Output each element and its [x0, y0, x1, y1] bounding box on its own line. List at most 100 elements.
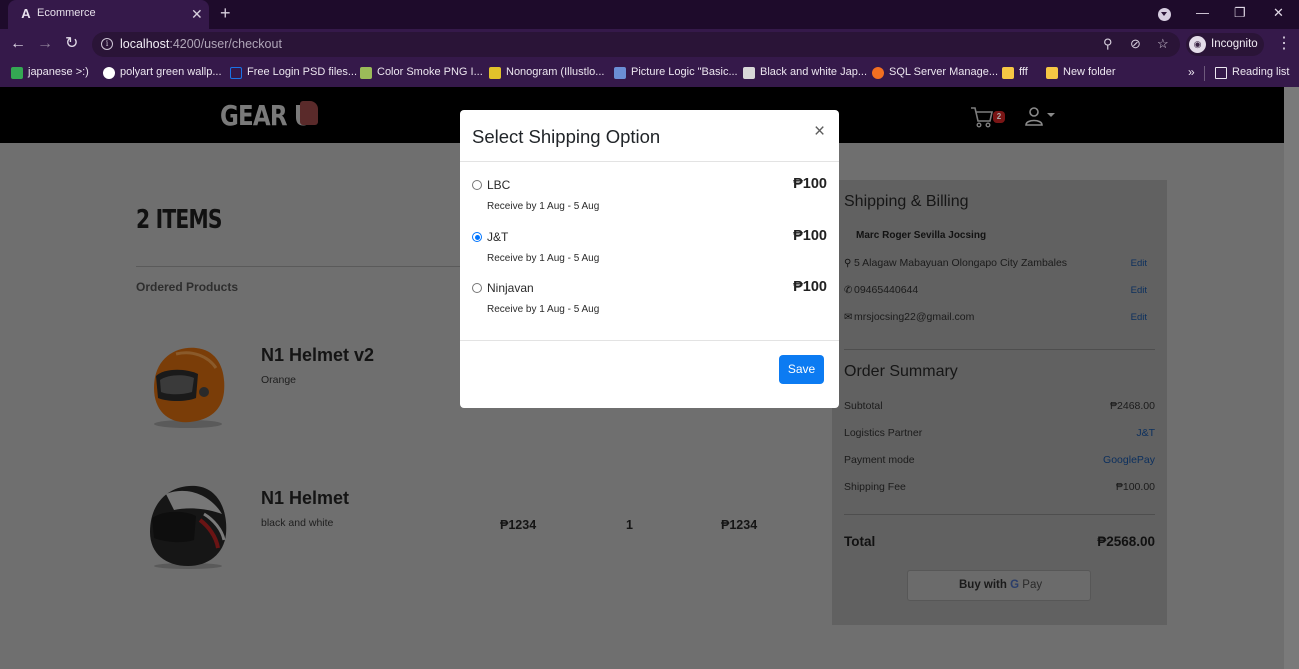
- option-price: ₱100: [793, 176, 827, 192]
- subtotal-value: ₱2468.00: [1110, 400, 1155, 412]
- bookmark-label: Black and white Jap...: [760, 66, 868, 78]
- incognito-icon: ◉: [1189, 36, 1206, 53]
- modal-title: Select Shipping Option: [472, 126, 661, 147]
- edit-email-link[interactable]: Edit: [1131, 312, 1147, 323]
- user-icon[interactable]: [1024, 106, 1044, 126]
- ordered-products-label: Ordered Products: [136, 280, 239, 294]
- address-row: ⚲ 5 Alagaw Mabayuan Olongapo City Zambale…: [844, 257, 1067, 269]
- customer-name: Marc Roger Sevilla Jocsing: [856, 230, 987, 241]
- option-eta: Receive by 1 Aug - 5 Aug: [487, 253, 600, 264]
- shipping-option-jnt[interactable]: J&T ₱100 Receive by 1 Aug - 5 Aug: [460, 228, 839, 272]
- radio-lbc[interactable]: [472, 180, 482, 190]
- square-icon: [230, 67, 242, 79]
- site-logo[interactable]: GEAR U: [220, 99, 313, 132]
- url-host: localhost: [120, 37, 170, 51]
- reload-icon[interactable]: ↻: [65, 35, 78, 53]
- tab-search-icon[interactable]: [1158, 8, 1171, 21]
- gpay-label: Buy with G Pay: [959, 579, 1042, 591]
- modal-close-icon[interactable]: ×: [814, 122, 825, 142]
- navigation-bar: ← → ↻ i localhost:4200/user/checkout ⚲ ⊘…: [0, 29, 1299, 60]
- shipping-billing-heading: Shipping & Billing: [844, 193, 969, 210]
- reading-list-icon: [1215, 67, 1227, 79]
- radio-jnt[interactable]: [472, 232, 482, 242]
- summary-panel: Shipping & Billing Marc Roger Sevilla Jo…: [832, 180, 1167, 625]
- image-icon: [360, 67, 372, 79]
- buy-with-text: Buy with: [959, 579, 1007, 591]
- new-tab-icon[interactable]: +: [220, 3, 231, 23]
- option-name[interactable]: Ninjavan: [487, 281, 534, 295]
- product-variant: Orange: [261, 374, 297, 386]
- drive-icon: [11, 67, 23, 79]
- payment-mode-link[interactable]: GooglePay: [1103, 454, 1155, 466]
- option-price: ₱100: [793, 228, 827, 244]
- building-icon: [743, 67, 755, 79]
- bookmark-label: Color Smoke PNG I...: [377, 66, 483, 78]
- url-path: :4200/user/checkout: [169, 37, 282, 51]
- bookmark-label: Picture Logic "Basic...: [631, 66, 738, 78]
- shipping-option-lbc[interactable]: LBC ₱100 Receive by 1 Aug - 5 Aug: [460, 176, 839, 220]
- option-eta: Receive by 1 Aug - 5 Aug: [487, 304, 600, 315]
- shipping-option-ninjavan[interactable]: Ninjavan ₱100 Receive by 1 Aug - 5 Aug: [460, 279, 839, 323]
- browser-chrome: A Ecommerce ✕ + — ❐ ✕ ← → ↻ i localhost:…: [0, 0, 1299, 87]
- option-eta: Receive by 1 Aug - 5 Aug: [487, 201, 600, 212]
- bookmark-label: Nonogram (Illustlo...: [506, 66, 605, 78]
- summary-divider: [844, 349, 1155, 350]
- modal-footer-divider: [460, 340, 839, 341]
- email-row: ✉ mrsjocsing22@gmail.com: [844, 311, 974, 323]
- back-icon[interactable]: ←: [10, 35, 26, 53]
- site-info-icon[interactable]: i: [101, 38, 113, 50]
- option-name[interactable]: LBC: [487, 178, 510, 192]
- product-total: ₱1234: [721, 518, 758, 532]
- tab-close-icon[interactable]: ✕: [191, 5, 203, 23]
- save-button[interactable]: Save: [779, 355, 824, 384]
- phone-icon: ✆: [844, 285, 853, 296]
- folder-icon: [1002, 67, 1014, 79]
- minimize-icon[interactable]: —: [1196, 4, 1209, 22]
- address-bar[interactable]: i localhost:4200/user/checkout ⚲ ⊘ ☆: [92, 32, 1180, 57]
- zoom-icon[interactable]: ⚲: [1103, 36, 1113, 52]
- shield-icon: [489, 67, 501, 79]
- forward-icon[interactable]: →: [37, 35, 53, 53]
- product-name: N1 Helmet: [261, 488, 350, 508]
- more-bookmarks-icon[interactable]: »: [1188, 65, 1195, 79]
- tab-bar: A Ecommerce ✕ + — ❐ ✕: [0, 0, 1299, 29]
- buy-with-gpay-button[interactable]: Buy with G Pay: [907, 570, 1091, 601]
- logistics-label: Logistics Partner: [844, 427, 923, 439]
- option-price: ₱100: [793, 279, 827, 295]
- tracking-blocked-icon[interactable]: ⊘: [1130, 36, 1141, 52]
- shipping-option-modal: Select Shipping Option × LBC ₱100 Receiv…: [460, 110, 839, 408]
- product-variant: black and white: [261, 517, 334, 529]
- radio-ninjavan[interactable]: [472, 283, 482, 293]
- option-name[interactable]: J&T: [487, 230, 508, 244]
- logistics-value-link[interactable]: J&T: [1136, 427, 1155, 439]
- page-scrollbar[interactable]: [1284, 87, 1299, 669]
- bookmark-label: polyart green wallp...: [120, 66, 222, 78]
- bookmark-star-icon[interactable]: ☆: [1157, 36, 1169, 52]
- bookmark-label: japanese >:): [28, 66, 89, 78]
- browser-tab[interactable]: A Ecommerce ✕: [8, 0, 209, 29]
- window-close-icon[interactable]: ✕: [1273, 4, 1284, 22]
- cart-count-badge: 2: [993, 111, 1005, 123]
- url-text[interactable]: localhost:4200/user/checkout: [120, 37, 282, 51]
- browser-menu-icon[interactable]: ⋮: [1276, 36, 1292, 52]
- bookmarks-separator: [1204, 66, 1205, 81]
- summary-divider: [844, 514, 1155, 515]
- order-summary-heading: Order Summary: [844, 363, 958, 380]
- sql-icon: [872, 67, 884, 79]
- shipping-fee-label: Shipping Fee: [844, 481, 906, 493]
- bookmark-label: SQL Server Manage...: [889, 66, 999, 78]
- folder-icon: [1046, 67, 1058, 79]
- user-dropdown-caret-icon[interactable]: [1047, 113, 1055, 117]
- logo-mascot-icon: [300, 101, 318, 125]
- bookmarks-bar: japanese >:) polyart green wallp... Free…: [0, 60, 1299, 87]
- map-marker-icon: ⚲: [844, 258, 852, 269]
- total-label: Total: [844, 534, 876, 549]
- product-name: N1 Helmet v2: [261, 345, 375, 365]
- email-text: mrsjocsing22@gmail.com: [854, 311, 975, 323]
- incognito-profile-button[interactable]: ◉ Incognito: [1186, 33, 1264, 56]
- google-g-icon: G: [1010, 579, 1020, 591]
- restore-icon[interactable]: ❐: [1234, 4, 1246, 22]
- edit-address-link[interactable]: Edit: [1131, 258, 1147, 269]
- cart-icon[interactable]: [970, 105, 994, 129]
- edit-phone-link[interactable]: Edit: [1131, 285, 1147, 296]
